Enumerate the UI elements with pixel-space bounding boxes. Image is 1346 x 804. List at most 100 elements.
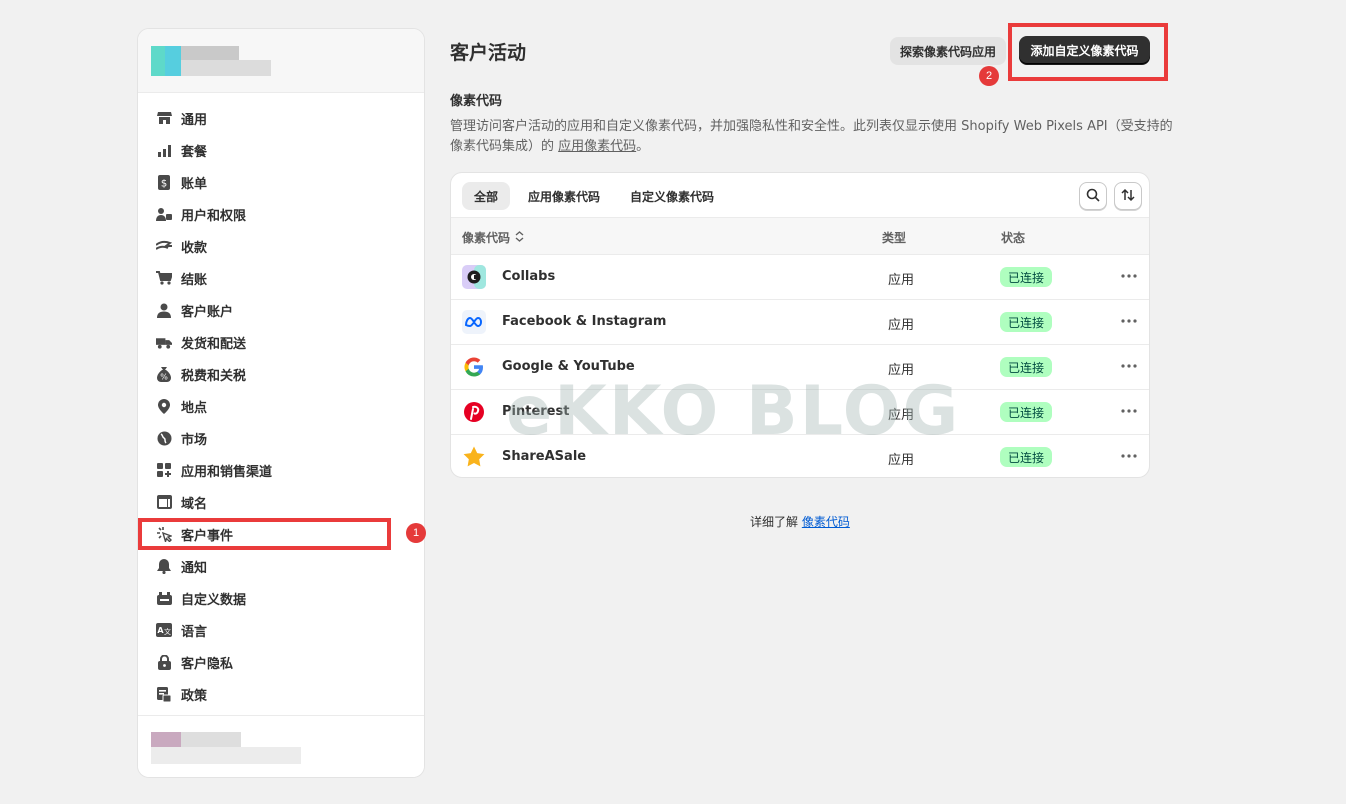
settings-sidebar: 通用 套餐 $ 账单 用户和权限 收款 结账 客户账户 发货和配送 % 税费和关… (137, 28, 425, 778)
account-footer[interactable] (138, 715, 424, 777)
tab-app-pixels[interactable]: 应用像素代码 (516, 182, 612, 210)
nav-item-users[interactable]: 用户和权限 (138, 200, 424, 228)
nav-item-notifications[interactable]: 通知 (138, 552, 424, 580)
account-info-blurred (151, 732, 321, 764)
nav-item-customer-events[interactable]: 客户事件 (138, 520, 424, 548)
more-actions-icon[interactable] (1119, 401, 1139, 421)
pixels-card: 全部 应用像素代码 自定义像素代码 像素代码 类型 状态 Collabs 应用 … (450, 172, 1150, 478)
tax-bag-icon: % (156, 366, 172, 382)
column-type: 类型 (882, 231, 907, 245)
table-row[interactable]: Pinterest 应用 已连接 (451, 390, 1149, 435)
pixel-name: Collabs (502, 269, 556, 284)
person-icon (156, 302, 172, 318)
page-title: 客户活动 (450, 42, 527, 64)
app-pixels-link[interactable]: 应用像素代码 (558, 139, 636, 154)
nav-item-languages[interactable]: A文 语言 (138, 616, 424, 644)
nav-item-general[interactable]: 通用 (138, 104, 424, 132)
search-icon (1086, 187, 1100, 206)
learn-more-text: 详细了解 像素代码 (750, 513, 850, 530)
more-actions-icon[interactable] (1119, 356, 1139, 376)
pixel-type: 应用 (888, 453, 915, 468)
tab-custom-pixels[interactable]: 自定义像素代码 (618, 182, 726, 210)
nav-item-metafields[interactable]: 自定义数据 (138, 584, 424, 612)
domain-icon (156, 494, 172, 510)
add-custom-pixel-button[interactable]: 添加自定义像素代码 (1019, 36, 1150, 64)
store-header[interactable] (138, 29, 424, 93)
nav-item-payments[interactable]: 收款 (138, 232, 424, 260)
cart-icon (156, 270, 172, 286)
nav-label: 域名 (181, 496, 208, 512)
nav-item-customer-privacy[interactable]: 客户隐私 (138, 648, 424, 676)
nav-item-policies[interactable]: 政策 (138, 680, 424, 708)
svg-text:文: 文 (164, 627, 171, 636)
section-desc-end: 。 (636, 139, 650, 154)
sort-icon (1121, 187, 1135, 206)
more-actions-icon[interactable] (1119, 446, 1139, 466)
status-badge: 已连接 (1000, 447, 1053, 467)
pixel-name: Google & YouTube (502, 359, 635, 374)
section-title: 像素代码 (450, 94, 503, 109)
explore-pixel-apps-button[interactable]: 探索像素代码应用 (890, 37, 1006, 65)
nav-label: 收款 (181, 240, 208, 256)
pixel-name: ShareASale (502, 449, 587, 464)
nav-item-locations[interactable]: 地点 (138, 392, 424, 420)
pixel-type: 应用 (888, 273, 915, 288)
lock-icon (156, 654, 172, 670)
store-icon (156, 110, 172, 126)
table-row[interactable]: Collabs 应用 已连接 (451, 255, 1149, 300)
status-badge: 已连接 (1000, 267, 1053, 287)
pixel-type: 应用 (888, 363, 915, 378)
table-row[interactable]: Facebook & Instagram 应用 已连接 (451, 300, 1149, 345)
nav-item-domains[interactable]: 域名 (138, 488, 424, 516)
globe-icon (156, 430, 172, 446)
column-status: 状态 (1001, 231, 1026, 245)
table-row[interactable]: Google & YouTube 应用 已连接 (451, 345, 1149, 390)
more-actions-icon[interactable] (1119, 266, 1139, 286)
nav-label: 发货和配送 (181, 336, 247, 352)
google-icon (462, 355, 486, 379)
nav-label: 市场 (181, 432, 208, 448)
status-badge: 已连接 (1000, 312, 1053, 332)
nav-label: 套餐 (181, 144, 208, 160)
star-icon (462, 445, 486, 469)
search-button[interactable] (1079, 182, 1107, 210)
nav-item-customer-accounts[interactable]: 客户账户 (138, 296, 424, 324)
learn-more-prefix: 详细了解 (750, 515, 802, 529)
location-pin-icon (156, 398, 172, 414)
nav-label: 客户事件 (181, 528, 234, 544)
nav-label: 结账 (181, 272, 208, 288)
plan-chart-icon (156, 142, 172, 158)
svg-text:%: % (160, 372, 168, 381)
table-row[interactable]: ShareASale 应用 已连接 (451, 435, 1149, 477)
nav-item-checkout[interactable]: 结账 (138, 264, 424, 292)
filter-tabs: 全部 应用像素代码 自定义像素代码 (462, 182, 726, 210)
nav-label: 客户账户 (181, 304, 234, 320)
annotation-badge-1: 1 (406, 523, 426, 543)
nav-item-shipping[interactable]: 发货和配送 (138, 328, 424, 356)
nav-item-plan[interactable]: 套餐 (138, 136, 424, 164)
language-icon: A文 (156, 622, 172, 638)
learn-more-pixels-link[interactable]: 像素代码 (802, 515, 850, 529)
nav-item-billing[interactable]: $ 账单 (138, 168, 424, 196)
meta-icon (462, 310, 486, 334)
nav-label: 语言 (181, 624, 208, 640)
more-actions-icon[interactable] (1119, 311, 1139, 331)
nav-label: 通知 (181, 560, 208, 576)
nav-item-taxes[interactable]: % 税费和关税 (138, 360, 424, 388)
section-description: 管理访问客户活动的应用和自定义像素代码，并加强隐私性和安全性。此列表仅显示使用 … (450, 117, 1185, 157)
sort-chevron-icon (515, 230, 524, 245)
nav-item-apps-channels[interactable]: 应用和销售渠道 (138, 456, 424, 484)
store-logo-blurred (151, 46, 271, 76)
pinterest-icon (462, 400, 486, 424)
nav-label: 地点 (181, 400, 208, 416)
users-icon (156, 206, 172, 222)
nav-label: 政策 (181, 688, 208, 704)
pixel-type: 应用 (888, 318, 915, 333)
nav-label: 自定义数据 (181, 592, 247, 608)
nav-label: 用户和权限 (181, 208, 247, 224)
tab-all[interactable]: 全部 (462, 182, 511, 210)
truck-icon (156, 334, 172, 350)
column-pixel[interactable]: 像素代码 (462, 229, 524, 246)
sort-button[interactable] (1114, 182, 1142, 210)
nav-item-markets[interactable]: 市场 (138, 424, 424, 452)
